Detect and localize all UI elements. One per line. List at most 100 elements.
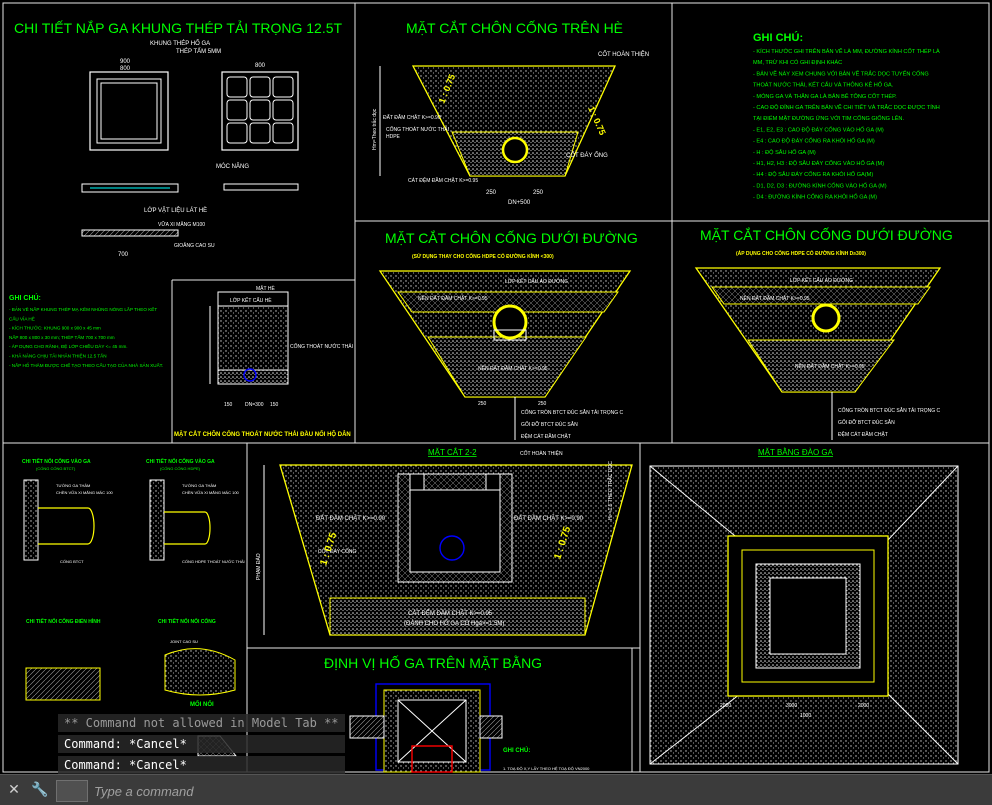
title-duoi-duong-2: MẶT CẮT CHÔN CỐNG DƯỚI ĐƯỜNG	[700, 226, 953, 243]
section-chi-tiet-noi: CHI TIẾT NỐI CỐNG VÀO GA (CỐNG CỐNG BTCT…	[22, 458, 245, 757]
svg-text:CỐT ĐÁY ỐNG: CỐT ĐÁY ỐNG	[566, 152, 608, 159]
svg-text:NỀN ĐẤT ĐẦM CHẶT K>=0.95: NỀN ĐẤT ĐẦM CHẶT K>=0.95	[478, 365, 548, 372]
svg-text:DN+500: DN+500	[508, 200, 531, 206]
svg-text:LỚP VẬT LIỆU LÁT HÈ: LỚP VẬT LIỆU LÁT HÈ	[144, 206, 207, 214]
note-line: - KÍCH THƯỚC GHI TRÊN BẢN VẼ LÀ MM, ĐƯỜN…	[753, 47, 940, 55]
command-history-line: ** Command not allowed in Model Tab **	[58, 714, 345, 732]
svg-text:(CỐNG CỐNG BTCT): (CỐNG CỐNG BTCT)	[36, 466, 76, 471]
svg-text:GỐI ĐỠ BTCT ĐÚC SẴN: GỐI ĐỠ BTCT ĐÚC SẴN	[838, 419, 895, 426]
svg-text:Hm=Theo trắc dọc: Hm=Theo trắc dọc	[371, 108, 378, 150]
svg-text:CHÈN VỮA XI MĂNG MÁC 100: CHÈN VỮA XI MĂNG MÁC 100	[182, 490, 240, 495]
svg-text:3000: 3000	[786, 703, 797, 709]
svg-text:CÁT ĐỆM ĐẦM CHẶT K>=0.95: CÁT ĐỆM ĐẦM CHẶT K>=0.95	[408, 176, 478, 184]
svg-text:250: 250	[538, 401, 547, 407]
wrench-icon[interactable]: 🔧	[30, 780, 50, 800]
svg-text:CỐNG THOÁT NƯỚC THẢI: CỐNG THOÁT NƯỚC THẢI	[290, 343, 353, 350]
svg-text:800: 800	[255, 63, 266, 69]
svg-text:700: 700	[118, 252, 129, 258]
svg-text:TƯỜNG GA THẢM: TƯỜNG GA THẢM	[56, 483, 90, 488]
svg-text:GIOĂNG CAO SU: GIOĂNG CAO SU	[174, 242, 215, 249]
command-history-line: Command: *Cancel*	[58, 735, 345, 753]
svg-text:1000: 1000	[800, 713, 811, 719]
command-input[interactable]	[92, 779, 976, 803]
svg-text:(CỐNG CỐNG HDPE): (CỐNG CỐNG HDPE)	[160, 466, 201, 471]
note-line: - KÍCH THƯỚC: KHUNG 900 x 900 x 45 mm	[9, 325, 101, 331]
note-line: - NẮP HỐ THĂM ĐƯỢC CHẾ TẠO THEO CẤU TẠO …	[9, 361, 163, 368]
svg-text:CỐT HOÀN THIỆN: CỐT HOÀN THIỆN	[598, 50, 649, 58]
svg-text:ĐẤT ĐẮM CHẶT K>=0.90: ĐẤT ĐẮM CHẶT K>=0.90	[383, 113, 441, 121]
svg-text:JOINT CAO SU: JOINT CAO SU	[170, 639, 198, 644]
svg-text:LỚP KẾT CẤU HÈ: LỚP KẾT CẤU HÈ	[230, 297, 272, 304]
svg-text:(SỬ DỤNG THAY CHO CỐNG HDPE CÓ: (SỬ DỤNG THAY CHO CỐNG HDPE CÓ ĐƯỜNG KÍN…	[412, 252, 554, 260]
title-ho-dan: MẶT CẮT CHÔN CỐNG THOÁT NƯỚC THẢI ĐẦU NỐ…	[174, 430, 351, 438]
svg-text:CỐNG TRÒN BTCT ĐÚC SẴN TẢI TRỌ: CỐNG TRÒN BTCT ĐÚC SẴN TẢI TRỌNG C	[521, 409, 624, 416]
svg-text:TƯỜNG GA THẢM: TƯỜNG GA THẢM	[182, 483, 216, 488]
svg-text:CỐNG TRÒN BTCT ĐÚC SẴN TẢI TRỌ: CỐNG TRÒN BTCT ĐÚC SẴN TẢI TRỌNG C	[838, 407, 941, 414]
svg-text:GHI CHÚ:: GHI CHÚ:	[503, 747, 530, 754]
svg-text:VỮA XI MĂNG M100: VỮA XI MĂNG M100	[158, 221, 205, 228]
svg-text:250: 250	[478, 401, 487, 407]
svg-text:ĐỆM CÁT ĐẦM CHẶT: ĐỆM CÁT ĐẦM CHẶT	[838, 430, 888, 438]
svg-text:PHẠM ĐÀO: PHẠM ĐÀO	[255, 553, 262, 580]
notes-right-title: GHI CHÚ:	[753, 31, 803, 44]
command-history-line: Command: *Cancel*	[58, 756, 345, 774]
svg-text:(ĐÁNH CHO HỐ GA CÓ Hga>=1.5M): (ĐÁNH CHO HỐ GA CÓ Hga>=1.5M)	[404, 620, 504, 627]
command-prompt-dropdown[interactable]	[56, 780, 88, 802]
command-bar: ✕ 🔧	[0, 774, 992, 805]
close-icon[interactable]: ✕	[4, 780, 24, 800]
svg-text:MẶT CẮT 2-2: MẶT CẮT 2-2	[428, 448, 477, 457]
note-line: - BẢN VẼ NẮP KHUNG THÉP MẠ KẼM NHÚNG NÓN…	[9, 305, 157, 312]
note-line: NẮP 800 x 800 x 30 mm; THÉP TẤM 700 x 70…	[9, 333, 115, 340]
note-line: - H1, H2, H3 : ĐỘ SÂU ĐÁY CỐNG VÀO HỐ GA…	[753, 160, 884, 167]
svg-text:CHÈN VỮA XI MĂNG MÁC 100: CHÈN VỮA XI MĂNG MÁC 100	[56, 490, 114, 495]
note-line: - MÓNG GA VÀ THÂN GA LÀ BẢN BÊ TÔNG CỐT …	[753, 92, 897, 100]
title-dinh-vi: ĐỊNH VỊ HỐ GA TRÊN MẶT BẰNG	[324, 654, 542, 671]
note-line: THOÁT NƯỚC THẢI, KẾT CẤU VÀ THÔNG KÊ HỐ …	[753, 81, 894, 89]
svg-text:CỐNG THOÁT NƯỚC THẢI: CỐNG THOÁT NƯỚC THẢI	[386, 126, 449, 133]
title-tren-he: MẶT CẮT CHÔN CỐNG TRÊN HÈ	[406, 19, 623, 36]
note-line: - KHẢ NĂNG CHỊU TẢI NHÂN THIỆN 12.5 TẤN	[9, 352, 107, 359]
note-line: - H : ĐỘ SÂU HỐ GA (M)	[753, 149, 816, 156]
svg-text:CHI TIẾT NỐI CỐNG VÀO GA: CHI TIẾT NỐI CỐNG VÀO GA	[146, 458, 215, 465]
section-dinh-vi-ho-ga: ĐỊNH VỊ HỐ GA TRÊN MẶT BẰNG GHI CHÚ: 1. …	[324, 654, 590, 773]
note-line: - H4 : ĐỘ SÂU ĐÁY CỐNG RA KHỎI HỐ GA(M)	[753, 171, 873, 178]
note-line: MM, TRỪ KHI CÓ GHI ĐỊNH KHÁC	[753, 59, 842, 66]
note-line: - CAO ĐỘ ĐỈNH GA TRÊN BẢN VẼ CHI TIẾT VÀ…	[753, 103, 940, 111]
section-tren-he: MẶT CẮT CHÔN CỐNG TRÊN HÈ CỐT HOÀN THIỆN…	[371, 19, 649, 206]
svg-text:250: 250	[486, 190, 497, 196]
svg-text:CỐNG HDPE THOÁT NƯỚC THẢI: CỐNG HDPE THOÁT NƯỚC THẢI	[182, 559, 245, 564]
svg-text:MẶT HÈ: MẶT HÈ	[256, 285, 275, 292]
svg-text:LỚP KẾT CẤU ÁO ĐƯỜNG: LỚP KẾT CẤU ÁO ĐƯỜNG	[790, 277, 853, 284]
svg-text:H>=1.5 THEO TRẮC DỌC: H>=1.5 THEO TRẮC DỌC	[606, 461, 614, 520]
svg-text:250: 250	[533, 190, 544, 196]
svg-text:(ÁP DỤNG CHO CỐNG HDPE CÓ ĐƯỜN: (ÁP DỤNG CHO CỐNG HDPE CÓ ĐƯỜNG KÍNH D≥3…	[736, 249, 866, 257]
svg-text:NỀN ĐẤT ĐẦM CHẶT K>=0.95: NỀN ĐẤT ĐẦM CHẶT K>=0.95	[795, 363, 865, 370]
svg-text:HDPE: HDPE	[386, 134, 401, 140]
svg-text:NỀN ĐẤT ĐẦM CHẶT K>=0.95: NỀN ĐẤT ĐẦM CHẶT K>=0.95	[740, 295, 810, 302]
svg-text:1. TOẠ ĐỘ X,Y LẤY THEO HỆ TOẠ: 1. TOẠ ĐỘ X,Y LẤY THEO HỆ TOẠ ĐỘ VN2000	[503, 766, 590, 771]
note-line: - E4 : CAO ĐỘ ĐÁY CỐNG RA KHỎI HỐ GA (M)	[753, 138, 875, 145]
svg-text:ĐẤT ĐẦM CHẶT K>=0.90: ĐẤT ĐẦM CHẶT K>=0.90	[316, 515, 386, 522]
svg-text:DN=300: DN=300	[245, 402, 264, 408]
svg-text:NỀN ĐẤT ĐẦM CHẶT K>=0.95: NỀN ĐẤT ĐẦM CHẶT K>=0.95	[418, 295, 488, 302]
title-nap-ga: CHI TIẾT NẮP GA KHUNG THÉP TẢI TRỌNG 12.…	[14, 19, 343, 36]
notes-right-group: GHI CHÚ: - KÍCH THƯỚC GHI TRÊN BẢN VẼ LÀ…	[753, 31, 940, 201]
svg-text:KHUNG THÉP HỐ GA: KHUNG THÉP HỐ GA	[150, 40, 210, 47]
note-line: - E1, E2, E3 : CAO ĐỘ ĐÁY CỐNG VÀO HỐ GA…	[753, 126, 884, 133]
section-ho-dan: LỚP KẾT CẤU HÈ MẶT HÈ CỐNG THOÁT NƯỚC TH…	[174, 285, 353, 438]
note-line: - BẢN VẼ NÀY XEM CHUNG VỚI BẢN VẼ TRẮC D…	[753, 69, 929, 77]
section-duoi-duong-1: MẶT CẮT CHÔN CỐNG DƯỚI ĐƯỜNG (SỬ DỤNG TH…	[378, 229, 638, 440]
svg-text:CỐT HOÀN THIỆN: CỐT HOÀN THIỆN	[520, 449, 563, 457]
notes-left-title: GHI CHÚ:	[9, 293, 41, 302]
svg-text:ĐẤT ĐẦM CHẶT K>=0.90: ĐẤT ĐẦM CHẶT K>=0.90	[514, 515, 584, 522]
svg-text:CỐNG BTCT: CỐNG BTCT	[60, 559, 84, 564]
svg-text:150: 150	[224, 402, 233, 408]
section-nap-ga: CHI TIẾT NẮP GA KHUNG THÉP TẢI TRỌNG 12.…	[9, 19, 343, 368]
section-duoi-duong-2: MẶT CẮT CHÔN CỐNG DƯỚI ĐƯỜNG (ÁP DỤNG CH…	[694, 226, 953, 440]
cad-model-space[interactable]: CHI TIẾT NẮP GA KHUNG THÉP TẢI TRỌNG 12.…	[0, 0, 992, 774]
svg-text:900: 900	[120, 59, 131, 65]
svg-text:MẶT BẰNG ĐÀO GA: MẶT BẰNG ĐÀO GA	[758, 448, 834, 457]
note-line: CẤU VỈA HÈ	[9, 315, 35, 321]
svg-text:MỐI NỐI: MỐI NỐI	[190, 701, 214, 708]
svg-text:ĐỆM CÁT ĐẦM CHẶT: ĐỆM CÁT ĐẦM CHẶT	[521, 432, 571, 440]
